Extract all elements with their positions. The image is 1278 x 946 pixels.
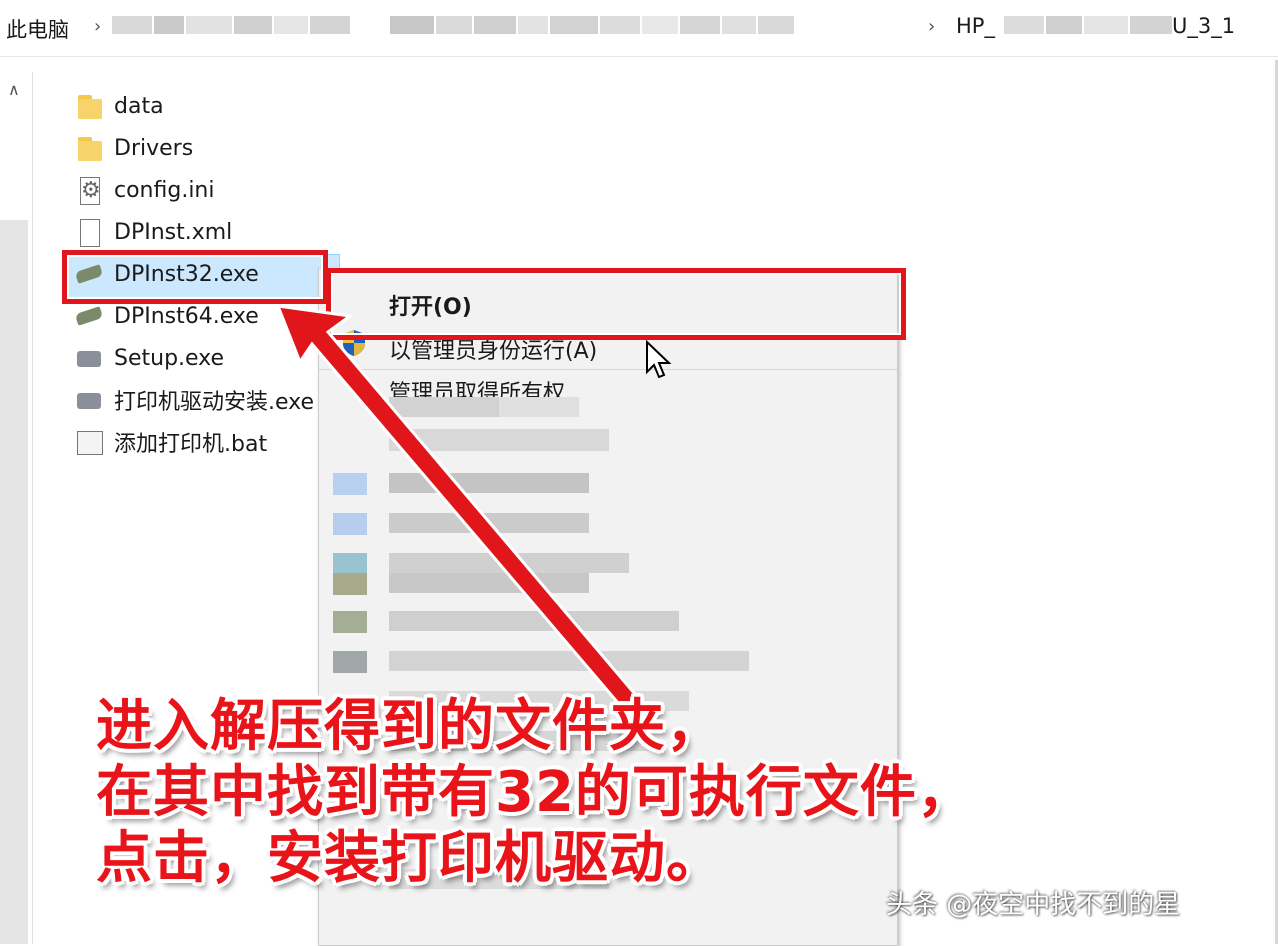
- file-name: Setup.exe: [114, 345, 225, 371]
- caption-line-1: 进入解压得到的文件夹，: [96, 694, 723, 759]
- folder-icon: [74, 133, 104, 163]
- file-name: Drivers: [114, 135, 194, 161]
- file-item-config[interactable]: config.ini: [74, 170, 214, 210]
- breadcrumb-current-prefix: HP_: [956, 14, 995, 38]
- settings-file-icon: [74, 175, 104, 205]
- file-name: data: [114, 93, 164, 119]
- file-name: DPInst64.exe: [114, 303, 259, 329]
- mouse-cursor-icon: [646, 340, 672, 379]
- breadcrumb-current-blurred: [1004, 16, 1174, 38]
- file-item-drivers[interactable]: Drivers: [74, 128, 193, 168]
- file-item-data[interactable]: data: [74, 86, 164, 126]
- batch-file-icon: [74, 427, 104, 457]
- breadcrumb-current[interactable]: HP_: [956, 14, 995, 38]
- document-icon: [74, 217, 104, 247]
- file-item-add-printer-bat[interactable]: 添加打印机.bat: [74, 422, 267, 462]
- file-item-setup[interactable]: Setup.exe: [74, 338, 224, 378]
- pane-divider: [32, 72, 33, 944]
- file-item-dpinst-xml[interactable]: DPInst.xml: [74, 212, 232, 252]
- caption-line-3: 点击，安装打印机驱动。: [96, 826, 723, 891]
- printer-setup-icon: [74, 385, 104, 415]
- highlight-box-dpinst32: [62, 250, 328, 304]
- menu-item-take-ownership[interactable]: 管理员取得所有权: [389, 375, 565, 397]
- folder-icon: [74, 91, 104, 121]
- menu-separator: [319, 369, 897, 370]
- breadcrumb-chevron-icon[interactable]: ›: [928, 16, 935, 37]
- breadcrumb-blurred-segment[interactable]: [390, 16, 796, 38]
- watermark: 头条 @夜空中找不到的星: [886, 890, 1181, 920]
- breadcrumb-current-suffix: U_3_1: [1172, 14, 1236, 38]
- installer-icon: [74, 301, 104, 331]
- file-name: 打印机驱动安装.exe: [114, 390, 315, 415]
- breadcrumb-blurred-segment[interactable]: [112, 16, 352, 38]
- navigation-pane[interactable]: ∧: [0, 72, 33, 944]
- breadcrumb-root[interactable]: 此电脑: [6, 14, 69, 44]
- caption-line-2: 在其中找到带有32的可执行文件，: [96, 760, 974, 825]
- scroll-up-icon[interactable]: ∧: [8, 80, 20, 99]
- file-name: config.ini: [114, 177, 215, 203]
- file-name: 添加打印机.bat: [114, 432, 268, 457]
- highlight-box-open: [326, 268, 906, 340]
- instruction-caption: 进入解压得到的文件夹， 在其中找到带有32的可执行文件， 点击，安装打印机驱动。: [96, 694, 1196, 892]
- breadcrumb-chevron-icon[interactable]: ›: [94, 16, 101, 37]
- navigation-scrollbar[interactable]: [0, 220, 28, 944]
- file-name: DPInst.xml: [114, 219, 233, 245]
- printer-setup-icon: [74, 343, 104, 373]
- file-item-printer-installer[interactable]: 打印机驱动安装.exe: [74, 380, 314, 420]
- address-bar[interactable]: 此电脑 › › HP_ U_3_1: [0, 0, 1278, 57]
